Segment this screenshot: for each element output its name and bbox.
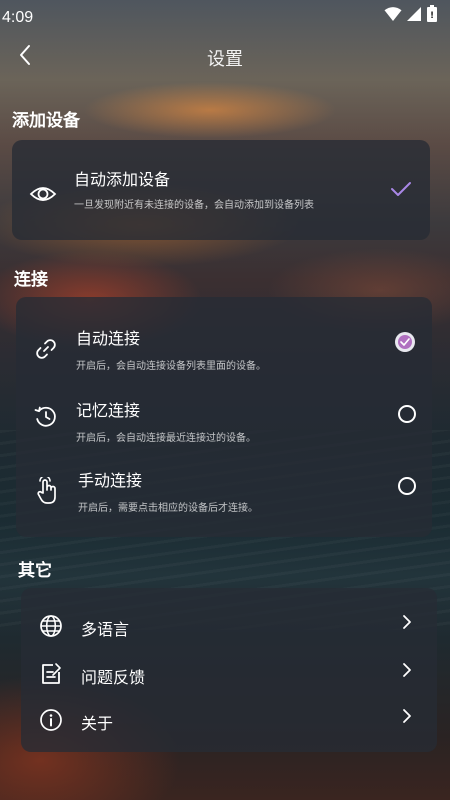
status-icons: ! xyxy=(384,5,438,27)
menu-item-language[interactable]: 多语言 xyxy=(21,602,437,648)
hand-pointer-icon xyxy=(34,477,62,505)
status-bar: 4:09 ! xyxy=(0,0,450,34)
battery-icon: ! xyxy=(426,5,438,27)
page-title: 设置 xyxy=(207,49,243,70)
auto-add-device-label: 自动添加设备 xyxy=(74,170,171,189)
menu-item-about[interactable]: 关于 xyxy=(21,696,437,742)
connect-option-description: 开启后，会自动连接最近连接过的设备。 xyxy=(76,433,256,444)
connect-option-manual[interactable]: 手动连接 开启后，需要点击相应的设备后才连接。 xyxy=(16,449,432,525)
auto-add-device-row[interactable]: 自动添加设备 一旦发现附近有未连接的设备，会自动添加到设备列表 xyxy=(12,140,430,240)
radio-unselected[interactable] xyxy=(396,475,418,497)
history-icon xyxy=(32,403,60,431)
section-title-connect: 连接 xyxy=(14,270,48,290)
link-icon xyxy=(32,335,60,363)
connect-option-description: 开启后，需要点击相应的设备后才连接。 xyxy=(78,503,258,514)
connect-card: 自动连接 开启后，会自动连接设备列表里面的设备。 记忆连接 开启后，会自动连接最… xyxy=(16,297,432,537)
globe-icon xyxy=(37,612,65,640)
radio-selected[interactable] xyxy=(394,331,416,353)
eye-icon xyxy=(29,180,57,208)
info-icon xyxy=(37,706,65,734)
svg-text:!: ! xyxy=(430,11,434,21)
connect-option-label: 记忆连接 xyxy=(76,401,141,420)
connect-option-description: 开启后，会自动连接设备列表里面的设备。 xyxy=(76,361,266,372)
status-time: 4:09 xyxy=(2,9,34,26)
chevron-right-icon xyxy=(399,612,415,632)
connect-option-memory[interactable]: 记忆连接 开启后，会自动连接最近连接过的设备。 xyxy=(16,377,432,449)
section-title-other: 其它 xyxy=(18,561,52,581)
signal-icon xyxy=(406,6,422,26)
checkmark-icon[interactable] xyxy=(390,178,412,200)
app-header: 设置 xyxy=(0,34,450,80)
chevron-right-icon xyxy=(399,660,415,680)
menu-item-label: 多语言 xyxy=(81,620,130,639)
chevron-right-icon xyxy=(399,706,415,726)
section-title-add-device: 添加设备 xyxy=(12,111,80,131)
other-card: 多语言 问题反馈 关于 xyxy=(21,588,437,752)
wifi-icon xyxy=(384,6,402,26)
add-device-card: 自动添加设备 一旦发现附近有未连接的设备，会自动添加到设备列表 xyxy=(12,140,430,240)
menu-item-label: 关于 xyxy=(81,714,114,733)
connect-option-label: 手动连接 xyxy=(78,471,143,490)
feedback-icon xyxy=(37,660,65,688)
menu-item-feedback[interactable]: 问题反馈 xyxy=(21,650,437,696)
radio-unselected[interactable] xyxy=(396,403,418,425)
connect-option-label: 自动连接 xyxy=(76,329,141,348)
menu-item-label: 问题反馈 xyxy=(81,668,146,687)
connect-option-auto[interactable]: 自动连接 开启后，会自动连接设备列表里面的设备。 xyxy=(16,305,432,377)
auto-add-device-description: 一旦发现附近有未连接的设备，会自动添加到设备列表 xyxy=(74,200,314,211)
